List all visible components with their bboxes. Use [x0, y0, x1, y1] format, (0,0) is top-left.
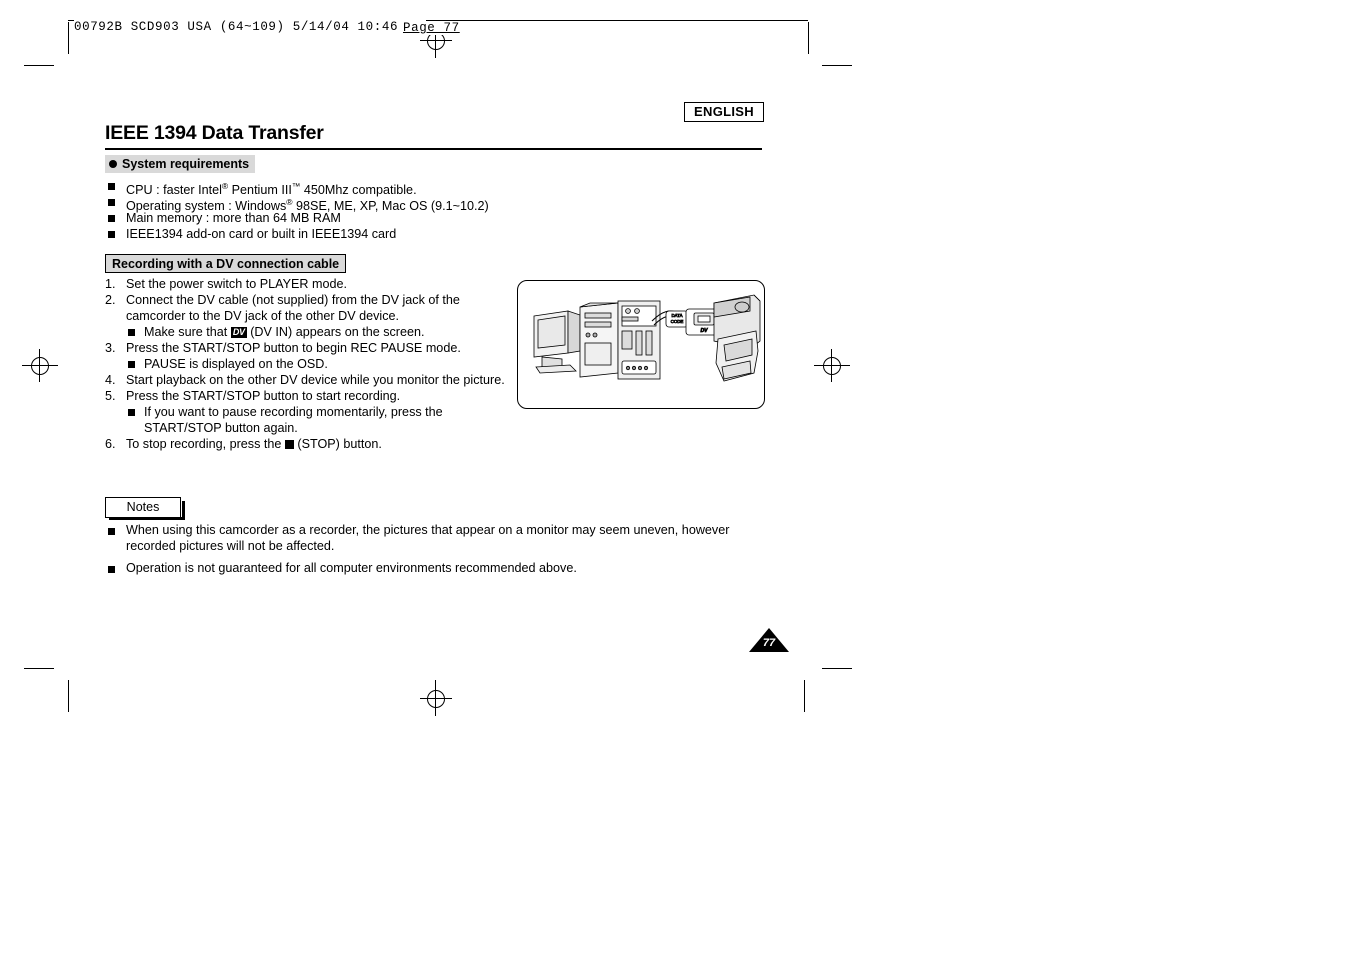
- list-item: 6. To stop recording, press the (STOP) b…: [105, 436, 505, 452]
- step-number: 3.: [105, 341, 116, 355]
- recording-section-heading: Recording with a DV connection cable: [105, 254, 347, 273]
- step-text: Connect the DV cable (not supplied) from…: [126, 293, 460, 323]
- square-bullet-icon: [128, 329, 135, 336]
- system-requirements-heading-label: System requirements: [122, 157, 250, 171]
- crop-mark-bottom-right-v: [804, 680, 805, 712]
- list-item: Operating system : Windows® 98SE, ME, XP…: [108, 194, 748, 213]
- list-item: CPU : faster Intel® Pentium III™ 450Mhz …: [108, 178, 748, 197]
- step-text: To stop recording, press the: [126, 437, 285, 451]
- substep-text: PAUSE is displayed on the OSD.: [144, 357, 328, 371]
- recording-steps: 1. Set the power switch to PLAYER mode. …: [105, 276, 505, 452]
- square-bullet-icon: [108, 528, 115, 535]
- system-requirements-list: CPU : faster Intel® Pentium III™ 450Mhz …: [108, 178, 748, 242]
- list-item: 1. Set the power switch to PLAYER mode.: [105, 276, 505, 292]
- list-item: If you want to pause recording momentari…: [105, 404, 505, 436]
- document-page: 00792B SCD903 USA (64~109) 5/14/04 10:46…: [0, 0, 1351, 954]
- crop-mark-bottom-left-h: [24, 668, 54, 669]
- bullet-dot-icon: [109, 160, 117, 168]
- step-number: 5.: [105, 389, 116, 403]
- square-bullet-icon: [108, 215, 115, 222]
- step-text-tail: (STOP) button.: [293, 437, 382, 451]
- crop-mark-bottom-right-h: [822, 668, 852, 669]
- title-rule: [105, 148, 762, 150]
- cable-label-line2: CODE: [671, 319, 684, 324]
- list-item: When using this camcorder as a recorder,…: [108, 523, 768, 554]
- req-text-pre: Main memory : more than 64 MB RAM: [126, 211, 341, 225]
- print-header-code: 00792B SCD903 USA (64~109) 5/14/04 10:46…: [74, 20, 427, 34]
- step-text: Press the START/STOP button to begin REC…: [126, 341, 461, 355]
- square-bullet-icon: [108, 199, 115, 206]
- dv-port-label: DV: [701, 328, 709, 334]
- page-number: 77: [762, 637, 776, 649]
- crop-mark-top-left-v: [68, 22, 69, 54]
- crop-mark-top-right-h: [822, 65, 852, 66]
- dv-connection-diagram: DATA CODE DV: [517, 280, 765, 409]
- step-number: 6.: [105, 437, 116, 451]
- square-bullet-icon: [128, 409, 135, 416]
- language-badge: ENGLISH: [684, 102, 764, 122]
- reg-right-circle: [823, 357, 841, 375]
- dv-connection-illustration: DATA CODE DV: [533, 294, 761, 382]
- square-bullet-icon: [108, 566, 115, 573]
- list-item: 4. Start playback on the other DV device…: [105, 372, 505, 388]
- notes-list: When using this camcorder as a recorder,…: [108, 523, 768, 584]
- stop-button-icon: [284, 440, 294, 449]
- square-bullet-icon: [108, 183, 115, 190]
- crop-mark-top-right-v: [808, 22, 809, 54]
- page-number-marker: 77: [749, 628, 789, 652]
- square-bullet-icon: [128, 361, 135, 368]
- note-text: When using this camcorder as a recorder,…: [126, 523, 730, 553]
- step-number: 4.: [105, 373, 116, 387]
- system-requirements-heading: System requirements: [105, 155, 256, 173]
- reg-bottom-circle: [427, 690, 445, 708]
- square-bullet-icon: [108, 231, 115, 238]
- list-item: Main memory : more than 64 MB RAM: [108, 210, 748, 226]
- step-text: Press the START/STOP button to start rec…: [126, 389, 401, 403]
- substep-text-pre: Make sure that: [144, 325, 231, 339]
- cable-label-line1: DATA: [671, 313, 682, 318]
- list-item: Make sure that DV (DV IN) appears on the…: [105, 324, 505, 340]
- step-text: Set the power switch to PLAYER mode.: [126, 277, 347, 291]
- print-header-page: Page 77: [400, 21, 463, 35]
- list-item: PAUSE is displayed on the OSD.: [105, 356, 505, 372]
- list-item: IEEE1394 add-on card or built in IEEE139…: [108, 226, 748, 242]
- list-item: 2. Connect the DV cable (not supplied) f…: [105, 292, 505, 324]
- list-item: Operation is not guaranteed for all comp…: [108, 561, 768, 577]
- substep-text: If you want to pause recording momentari…: [144, 405, 443, 435]
- substep-text-post: (DV IN) appears on the screen.: [246, 325, 425, 339]
- list-item: 5. Press the START/STOP button to start …: [105, 388, 505, 404]
- reg-left-circle: [31, 357, 49, 375]
- step-text: Start playback on the other DV device wh…: [126, 373, 505, 387]
- dv-in-badge-icon: DV: [230, 327, 247, 338]
- crop-mark-top-left-h: [24, 65, 54, 66]
- list-item: 3. Press the START/STOP button to begin …: [105, 340, 505, 356]
- notes-badge: Notes: [105, 497, 185, 520]
- step-number: 1.: [105, 277, 116, 291]
- note-text: Operation is not guaranteed for all comp…: [126, 561, 577, 575]
- crop-mark-bottom-left-v: [68, 680, 69, 712]
- step-number: 2.: [105, 293, 116, 307]
- page-title: IEEE 1394 Data Transfer: [105, 122, 324, 144]
- req-text-pre: IEEE1394 add-on card or built in IEEE139…: [126, 227, 397, 241]
